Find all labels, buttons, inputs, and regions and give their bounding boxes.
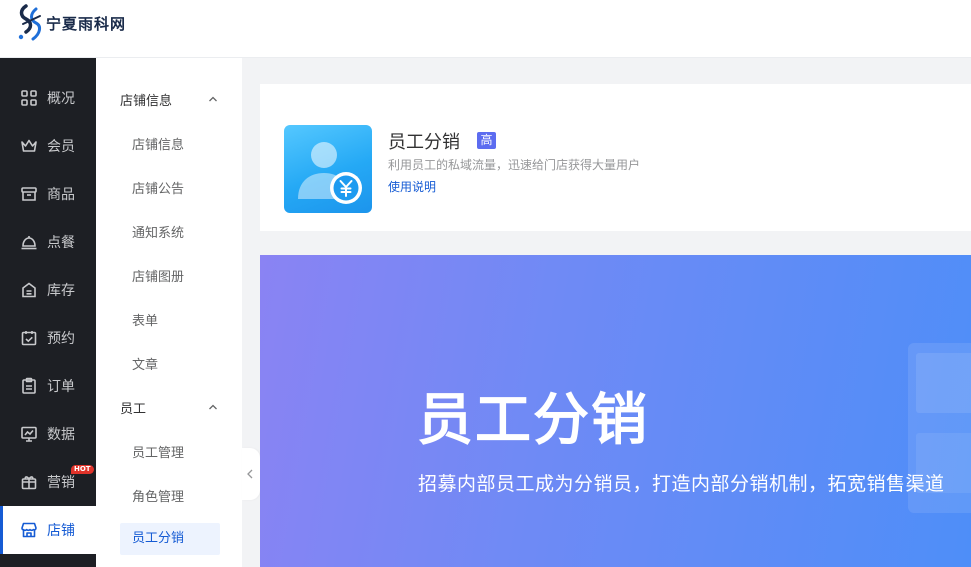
nav-item-label: 会员 <box>47 139 75 155</box>
box-icon <box>21 187 37 201</box>
nav-item-orders[interactable]: 订单 <box>0 362 96 410</box>
hot-badge: HOT <box>71 465 94 474</box>
subnav-group-staff[interactable]: 员工 <box>120 398 146 417</box>
store-icon <box>21 522 37 538</box>
staff-distribution-app-icon <box>284 125 372 213</box>
subnav-item-role-management[interactable]: 角色管理 <box>132 486 184 505</box>
subnav-item-articles[interactable]: 文章 <box>132 354 158 373</box>
subnav-group-store-info[interactable]: 店铺信息 <box>120 90 172 109</box>
nav-item-label: 库存 <box>47 283 75 299</box>
subnav-item-store-info[interactable]: 店铺信息 <box>132 134 184 153</box>
nav-item-overview[interactable]: 概况 <box>0 74 96 122</box>
subnav-item-staff-management[interactable]: 员工管理 <box>132 442 184 461</box>
nav-item-ordering[interactable]: 点餐 <box>0 218 96 266</box>
grid-icon <box>21 90 37 106</box>
nav-item-label: 订单 <box>47 379 75 395</box>
brand-logo-icon <box>18 4 42 41</box>
banner-title: 员工分销 <box>417 388 649 453</box>
usage-guide-link[interactable]: 使用说明 <box>388 178 436 195</box>
top-bar: 宁夏雨科网 <box>0 0 971 58</box>
nav-item-booking[interactable]: 预约 <box>0 314 96 362</box>
calendar-check-icon <box>21 331 37 346</box>
nav-item-label: 商品 <box>47 187 75 203</box>
tier-badge: 高 <box>477 132 496 149</box>
brand-name: 宁夏雨科网 <box>46 14 127 33</box>
nav-item-label: 店铺 <box>47 523 75 539</box>
subnav-item-store-notice[interactable]: 店铺公告 <box>132 178 184 197</box>
crown-icon <box>21 139 37 152</box>
decorative-shape <box>908 343 971 513</box>
collapse-sidebar-button[interactable] <box>242 448 260 500</box>
chart-monitor-icon <box>21 426 37 442</box>
nav-item-products[interactable]: 商品 <box>0 170 96 218</box>
subnav-item-staff-distribution[interactable]: 员工分销 <box>120 523 220 555</box>
clipboard-icon <box>22 377 36 394</box>
person-yen-icon <box>298 142 362 204</box>
nav-item-label: 营销 <box>47 475 75 491</box>
nav-item-members[interactable]: 会员 <box>0 122 96 170</box>
nav-item-label: 数据 <box>47 427 75 443</box>
subnav-item-notification[interactable]: 通知系统 <box>132 222 184 241</box>
gift-icon <box>21 476 37 490</box>
nav-item-label: 概况 <box>47 91 75 107</box>
inventory-icon <box>22 282 36 298</box>
subnav-item-gallery[interactable]: 店铺图册 <box>132 266 184 285</box>
chevron-up-icon[interactable] <box>208 404 218 410</box>
sub-nav: 店铺信息 店铺信息 店铺公告 通知系统 店铺图册 表单 文章 员工 员工管理 角… <box>96 58 242 567</box>
subnav-item-forms[interactable]: 表单 <box>132 310 158 329</box>
banner-subtitle: 招募内部员工成为分销员，打造内部分销机制，拓宽销售渠道 <box>418 473 945 495</box>
app-title: 员工分销 <box>388 132 460 153</box>
nav-item-inventory[interactable]: 库存 <box>0 266 96 314</box>
dish-icon <box>21 236 37 250</box>
nav-item-label: 点餐 <box>47 235 75 251</box>
brand-logo[interactable]: 宁夏雨科网 <box>16 4 126 42</box>
chevron-left-icon <box>247 469 253 479</box>
nav-item-label: 预约 <box>47 331 75 347</box>
main-nav: 概况 会员 商品 点餐 库存 预约 订单 数据 营销 HOT 店铺 <box>0 58 96 567</box>
feature-banner: 员工分销 招募内部员工成为分销员，打造内部分销机制，拓宽销售渠道 <box>260 255 971 567</box>
app-info-card: 员工分销 高 利用员工的私域流量，迅速给门店获得大量用户 使用说明 <box>260 84 971 231</box>
app-description: 利用员工的私域流量，迅速给门店获得大量用户 <box>388 158 641 172</box>
nav-item-marketing[interactable]: 营销 HOT <box>0 458 96 506</box>
chevron-up-icon[interactable] <box>208 96 218 102</box>
nav-item-store[interactable]: 店铺 <box>0 506 96 554</box>
nav-item-data[interactable]: 数据 <box>0 410 96 458</box>
